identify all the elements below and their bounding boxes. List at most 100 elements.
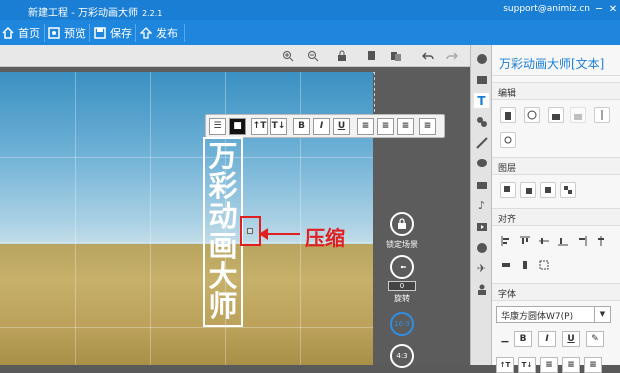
distribute-v-icon[interactable]	[517, 257, 533, 273]
ratio-4-3-button[interactable]: 4:3	[390, 344, 414, 368]
underline-button[interactable]: U	[333, 118, 350, 135]
send-backward-icon[interactable]	[540, 182, 556, 198]
canvas-border	[374, 72, 375, 112]
title-bar: 新建工程 - 万彩动画大师 2.2.1 support@animiz.cn ─ ✕	[0, 0, 620, 20]
publish-button[interactable]: 发布	[140, 25, 178, 41]
font-size-down-button[interactable]: T↓	[270, 118, 287, 135]
image-icon[interactable]	[474, 72, 489, 87]
distribute-grid-icon[interactable]	[536, 257, 552, 273]
zoom-out-icon[interactable]	[305, 48, 321, 64]
lock-scene-label: 锁定场景	[386, 240, 418, 249]
edit-section-header: 编辑	[492, 82, 620, 100]
resize-handle[interactable]	[247, 228, 253, 234]
paste-icon[interactable]	[388, 48, 404, 64]
support-email[interactable]: support@animiz.cn	[503, 4, 590, 14]
minimize-icon[interactable]: ─	[592, 3, 606, 17]
shape-icon[interactable]	[474, 51, 489, 66]
font-section-header: 字体	[492, 283, 620, 301]
grid-line	[0, 157, 373, 158]
scene-controls: 锁定场景 0 旋转 16:9 4:3	[384, 212, 420, 368]
align-left-icon[interactable]: ≡	[357, 118, 374, 135]
close-icon[interactable]: ✕	[606, 3, 620, 17]
underline-button[interactable]: U	[562, 331, 580, 347]
copy-icon[interactable]	[364, 48, 380, 64]
distribute-h-icon[interactable]	[498, 257, 514, 273]
bold-button[interactable]: B	[514, 331, 532, 347]
font-family-value: 华康方圆体W7(P)	[501, 312, 574, 322]
align-left-icon[interactable]	[498, 233, 514, 249]
settings-icon[interactable]	[500, 132, 516, 148]
redo-icon[interactable]	[444, 48, 460, 64]
music-icon[interactable]: ♪	[474, 198, 489, 213]
flip-icon[interactable]	[594, 107, 610, 123]
delete-icon[interactable]	[500, 107, 516, 123]
lock-icon[interactable]	[334, 48, 350, 64]
align-bottom-icon[interactable]	[555, 233, 571, 249]
text-char: 动	[208, 199, 238, 233]
line-height-icon[interactable]: ≡	[562, 357, 580, 373]
italic-button[interactable]: I	[538, 331, 556, 347]
list-icon[interactable]: ≡	[540, 357, 558, 373]
plane-icon[interactable]: ✈	[474, 261, 489, 276]
home-label: 首页	[18, 27, 40, 40]
align-center-icon[interactable]: ≡	[377, 118, 394, 135]
save-button[interactable]: 保存	[94, 25, 132, 41]
chevron-down-icon[interactable]: ▼	[594, 307, 610, 322]
people-icon[interactable]	[474, 282, 489, 297]
align-section-label: 对齐	[498, 215, 517, 225]
font-size-up-icon[interactable]: ↑T	[496, 357, 514, 373]
align-right-icon[interactable]: ≡	[397, 118, 414, 135]
publish-label: 发布	[156, 27, 178, 40]
grid-line	[0, 327, 373, 328]
bold-button[interactable]: B	[293, 118, 310, 135]
align-vcenter-icon[interactable]	[536, 233, 552, 249]
home-button[interactable]: 首页	[2, 25, 40, 41]
grassland-image	[0, 244, 373, 365]
flash-icon[interactable]	[474, 240, 489, 255]
rotate-dial[interactable]	[390, 255, 414, 279]
lock-scene-button[interactable]	[390, 212, 414, 236]
font-size-up-button[interactable]: ↑T	[251, 118, 268, 135]
window-title: 新建工程 - 万彩动画大师 2.2.1	[28, 8, 163, 19]
text-element[interactable]: 万 彩 动 画 大 师	[203, 137, 243, 327]
bring-forward-icon[interactable]	[520, 182, 536, 198]
camera-icon[interactable]	[474, 177, 489, 192]
bring-front-icon[interactable]	[500, 182, 516, 198]
letter-spacing-icon[interactable]: ≡	[584, 357, 602, 373]
menu-divider	[184, 24, 185, 42]
rotate-value-input[interactable]: 0	[388, 281, 416, 291]
align-top-icon[interactable]	[517, 233, 533, 249]
color-picker-icon[interactable]: ■	[229, 118, 246, 135]
bubble-icon[interactable]	[474, 156, 489, 171]
align-justify-icon[interactable]: ≡	[419, 118, 436, 135]
resize-handle-highlight[interactable]	[240, 216, 261, 246]
panel-title: 万彩动画大师[文本]	[499, 57, 605, 71]
menu-divider	[44, 24, 45, 42]
unlock-element-icon[interactable]	[570, 107, 586, 123]
lock-element-icon[interactable]	[548, 107, 564, 123]
font-family-select[interactable]: 华康方圆体W7(P) ▼	[496, 306, 611, 323]
effects-icon[interactable]	[474, 135, 489, 150]
ratio-16-9-button[interactable]: 16:9	[390, 312, 414, 336]
text-icon[interactable]: T	[474, 93, 489, 108]
animation-icon[interactable]	[474, 114, 489, 129]
zoom-in-icon[interactable]	[280, 48, 296, 64]
replace-icon[interactable]	[524, 107, 540, 123]
grid-line	[150, 72, 151, 365]
annotation-label: 压缩	[305, 226, 345, 250]
layer-section-label: 图层	[498, 164, 517, 174]
align-section-header: 对齐	[492, 208, 620, 226]
brush-icon[interactable]: ✎	[586, 331, 604, 347]
align-hcenter-icon[interactable]	[593, 233, 609, 249]
preview-button[interactable]: 预览	[48, 25, 86, 41]
list-icon[interactable]: ☰	[209, 118, 226, 135]
align-right-icon[interactable]	[574, 233, 590, 249]
annotation-arrow-line	[264, 233, 300, 235]
video-icon[interactable]	[474, 219, 489, 234]
italic-button[interactable]: I	[313, 118, 330, 135]
font-color-icon[interactable]: ▁	[496, 331, 514, 347]
send-back-icon[interactable]	[560, 182, 576, 198]
publish-icon	[140, 27, 152, 39]
font-size-down-icon[interactable]: T↓	[518, 357, 536, 373]
undo-icon[interactable]	[420, 48, 436, 64]
